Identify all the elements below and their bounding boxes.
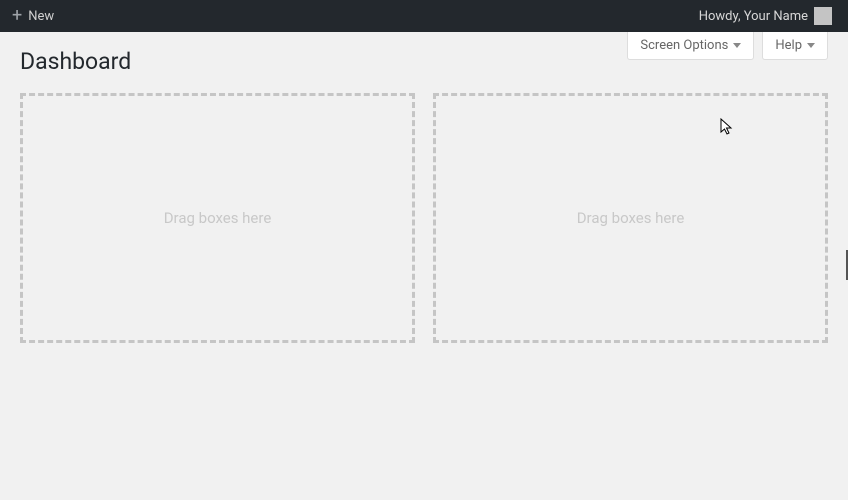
- plus-icon: +: [12, 7, 22, 25]
- caret-down-icon: [807, 43, 815, 48]
- content-wrap: Screen Options Help Dashboard Drag boxes…: [0, 32, 848, 343]
- screen-options-button[interactable]: Screen Options: [627, 32, 754, 60]
- my-account-link[interactable]: Howdy, Your Name: [691, 0, 840, 32]
- help-button[interactable]: Help: [762, 32, 828, 60]
- dropzone-text: Drag boxes here: [164, 209, 272, 227]
- screen-meta-links: Screen Options Help: [627, 32, 828, 60]
- new-content-button[interactable]: + New: [4, 0, 62, 32]
- new-label: New: [28, 9, 54, 24]
- dashboard-widgets: Drag boxes here Drag boxes here: [20, 93, 828, 343]
- avatar: [814, 7, 832, 25]
- admin-bar-right: Howdy, Your Name: [691, 0, 840, 32]
- howdy-text: Howdy, Your Name: [699, 9, 808, 24]
- admin-bar: + New Howdy, Your Name: [0, 0, 848, 32]
- dropzone-left[interactable]: Drag boxes here: [20, 93, 415, 343]
- dropzone-text: Drag boxes here: [577, 209, 685, 227]
- screen-options-label: Screen Options: [640, 38, 728, 53]
- admin-bar-left: + New: [4, 0, 62, 32]
- help-label: Help: [775, 38, 802, 53]
- dropzone-right[interactable]: Drag boxes here: [433, 93, 828, 343]
- caret-down-icon: [733, 43, 741, 48]
